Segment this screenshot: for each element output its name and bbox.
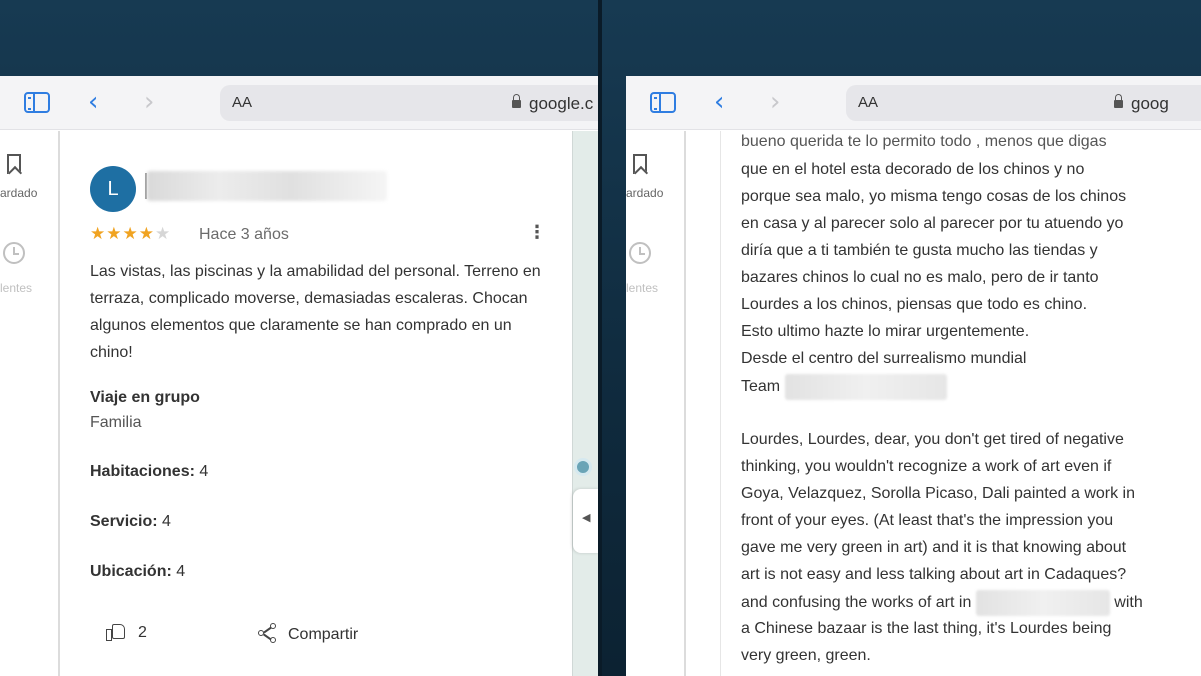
- back-arrow-icon[interactable]: ‹: [714, 88, 724, 116]
- reply-line: bazares chinos lo cual no es malo, pero …: [741, 269, 1099, 286]
- review-date: Hace 3 años: [199, 226, 289, 243]
- share-icon: [258, 623, 278, 643]
- address-bar[interactable]: AA google.c: [220, 85, 598, 121]
- sidebar-toggle-icon[interactable]: [24, 92, 50, 113]
- side-rail: ardado lentes: [0, 131, 60, 676]
- review-text: Las vistas, las piscinas y la amabilidad…: [90, 263, 541, 361]
- reply-line: gave me very green in art) and it is tha…: [741, 539, 1127, 556]
- location-rating: Ubicación: 4: [90, 563, 185, 581]
- star-rating: ★★★★★: [90, 224, 171, 244]
- like-button[interactable]: 2: [106, 619, 147, 643]
- star-empty-icon: ★: [155, 224, 172, 244]
- thumbs-up-icon: [106, 622, 126, 641]
- service-label: Servicio:: [90, 513, 158, 530]
- reply-line: bueno querida te lo permito todo , menos…: [741, 133, 1107, 150]
- text-size-button[interactable]: AA: [232, 94, 252, 111]
- browser-toolbar: ‹ › AA goog: [626, 76, 1201, 130]
- bookmark-icon[interactable]: [633, 154, 647, 174]
- reply-line: diría que a ti también te gusta mucho la…: [741, 242, 1098, 259]
- reply-signature: Team: [741, 374, 947, 400]
- reply-line: Goya, Velazquez, Sorolla Picaso, Dali pa…: [741, 485, 1135, 502]
- map-strip[interactable]: ◀: [572, 131, 598, 676]
- trip-type-value: Familia: [90, 414, 142, 431]
- history-icon[interactable]: [3, 242, 25, 264]
- browser-toolbar: ‹ › AA google.c: [0, 76, 598, 130]
- forward-arrow-icon[interactable]: ›: [144, 88, 154, 116]
- text-size-button[interactable]: AA: [858, 94, 878, 111]
- reply-line: front of your eyes. (At least that's the…: [741, 512, 1114, 529]
- chevron-left-icon: ◀: [582, 512, 591, 524]
- rooms-value: 4: [199, 463, 209, 480]
- review-card: L ★★★★★ Hace 3 años ⋮ Las vistas, las pi…: [62, 131, 572, 676]
- back-arrow-icon[interactable]: ‹: [88, 88, 98, 116]
- service-rating: Servicio: 4: [90, 513, 171, 531]
- owner-reply-text: bueno querida te lo permito todo , menos…: [720, 131, 1160, 676]
- share-label: Compartir: [288, 626, 359, 643]
- like-count: 2: [138, 624, 147, 641]
- rail-label-saved[interactable]: ardado: [626, 186, 663, 200]
- share-button[interactable]: Compartir: [258, 619, 358, 644]
- rooms-rating: Habitaciones: 4: [90, 463, 208, 481]
- reply-line: Lourdes, Lourdes, dear, you don't get ti…: [741, 431, 1124, 448]
- star-filled-icon: ★: [106, 224, 123, 244]
- rail-label-recents[interactable]: lentes: [626, 281, 658, 295]
- right-screenshot-panel: ‹ › AA goog ardado lentes bueno querida …: [602, 0, 1201, 676]
- reply-line: porque sea malo, yo misma tengo cosas de…: [741, 188, 1127, 205]
- left-screenshot-panel: ‹ › AA google.c ardado lentes L ★★★★★ Ha…: [0, 0, 598, 676]
- service-value: 4: [162, 513, 171, 530]
- browser-window: ‹ › AA goog ardado lentes bueno querida …: [626, 76, 1201, 676]
- reply-line: art is not easy and less talking about a…: [741, 566, 1127, 583]
- blurred-hotel-name: [975, 590, 1110, 616]
- reply-line: thinking, you wouldn't recognize a work …: [741, 458, 1112, 475]
- blurred-name: [784, 374, 947, 400]
- rail-label-recents[interactable]: lentes: [0, 281, 32, 295]
- owner-reply: bueno querida te lo permito todo , menos…: [688, 131, 1201, 676]
- collapse-panel-button[interactable]: ◀: [573, 489, 598, 553]
- reply-line: Esto ultimo hazte lo mirar urgentemente.: [741, 323, 1030, 340]
- lock-icon: [512, 94, 521, 108]
- rooms-label: Habitaciones:: [90, 463, 195, 480]
- reply-line: Desde el centro del surrealismo mundial: [741, 350, 1027, 367]
- rail-label-saved[interactable]: ardado: [0, 186, 37, 200]
- reply-line: en casa y al parecer solo al parecer por…: [741, 215, 1124, 232]
- star-filled-icon: ★: [90, 224, 107, 244]
- location-label: Ubicación:: [90, 563, 172, 580]
- address-bar[interactable]: AA goog: [846, 85, 1201, 121]
- star-filled-icon: ★: [122, 224, 139, 244]
- url-text: google.c: [512, 94, 593, 114]
- reply-line: Lourdes a los chinos, piensas que todo e…: [741, 296, 1088, 313]
- lock-icon: [1114, 94, 1123, 108]
- url-text: goog: [1114, 94, 1169, 114]
- reply-line-with-blur: and confusing the works of art in with: [741, 590, 1143, 616]
- avatar[interactable]: L: [90, 166, 136, 212]
- star-filled-icon: ★: [138, 224, 155, 244]
- reply-line: a Chinese bazaar is the last thing, it's…: [741, 620, 1112, 637]
- browser-window: ‹ › AA google.c ardado lentes L ★★★★★ Ha…: [0, 76, 598, 676]
- side-rail: ardado lentes: [626, 131, 686, 676]
- forward-arrow-icon[interactable]: ›: [770, 88, 780, 116]
- sidebar-toggle-icon[interactable]: [650, 92, 676, 113]
- reply-line: very green, green.: [741, 647, 871, 664]
- reviewer-name-blurred: [147, 171, 387, 201]
- map-pin-icon[interactable]: [574, 458, 592, 476]
- trip-type-label: Viaje en grupo: [90, 389, 200, 406]
- history-icon[interactable]: [629, 242, 651, 264]
- bookmark-icon[interactable]: [7, 154, 21, 174]
- more-options-icon[interactable]: ⋮: [528, 222, 546, 243]
- location-value: 4: [176, 563, 186, 580]
- reply-line: que en el hotel esta decorado de los chi…: [741, 161, 1085, 178]
